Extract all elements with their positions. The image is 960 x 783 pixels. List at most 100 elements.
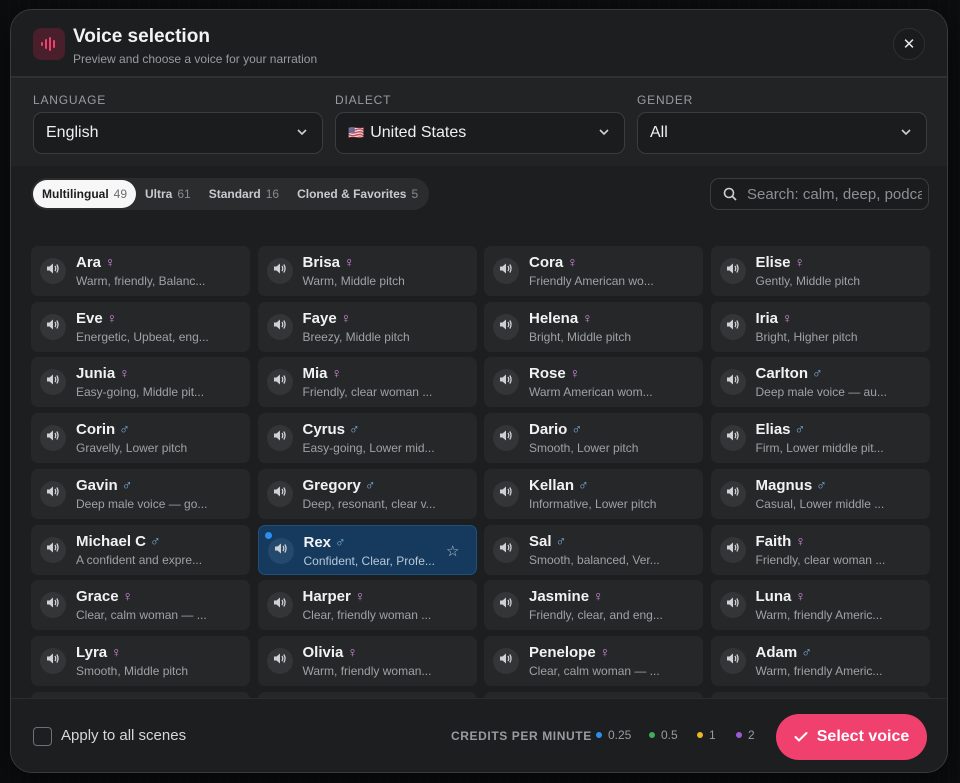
voice-card[interactable]: Penelope ♀ Clear, calm woman — ...	[484, 635, 703, 686]
voice-card[interactable]: Grace ♀ Clear, calm woman — ...	[31, 580, 250, 631]
voice-card[interactable]: Cora ♀ Friendly American wo...	[484, 246, 703, 296]
voice-card[interactable]: Lyra ♀ Smooth, Middle pitch	[31, 635, 250, 686]
select-voice-button[interactable]: Select voice	[776, 714, 927, 760]
voice-card[interactable]: Magnus ♂ Casual, Lower middle ...	[710, 468, 930, 519]
waveform-icon	[33, 28, 65, 60]
voice-card[interactable]: Corin ♂ Gravelly, Lower pitch	[31, 413, 250, 464]
play-preview-button[interactable]	[493, 258, 519, 284]
apply-all-checkbox[interactable]	[33, 727, 52, 746]
close-button[interactable]: ✕	[893, 28, 925, 60]
voice-card[interactable]: Sal ♂ Smooth, balanced, Ver...	[484, 524, 703, 575]
play-preview-button[interactable]	[266, 647, 293, 674]
speaker-icon	[273, 373, 287, 391]
speaker-icon	[726, 262, 740, 280]
play-preview-button[interactable]	[719, 258, 746, 284]
voice-card[interactable]: Iria ♀ Bright, Higher pitch	[710, 301, 930, 352]
star-icon[interactable]: ☆	[446, 542, 459, 560]
play-preview-button[interactable]	[40, 536, 66, 563]
dialect-select[interactable]: 🇺🇸 United States	[335, 112, 625, 154]
voice-card[interactable]: Elise ♀ Gently, Middle pitch	[710, 246, 930, 296]
language-select[interactable]: English	[33, 112, 323, 154]
voice-card[interactable]: Michael C ♂ A confident and expre...	[31, 524, 250, 575]
apply-all-label[interactable]: Apply to all scenes	[61, 727, 186, 744]
play-preview-button[interactable]	[719, 480, 746, 507]
play-preview-button[interactable]	[40, 313, 66, 340]
play-preview-button[interactable]	[493, 369, 519, 396]
voice-card[interactable]: Brisa ♀ Warm, Middle pitch	[257, 246, 477, 296]
voice-card[interactable]: Eve ♀ Energetic, Upbeat, eng...	[31, 301, 250, 352]
voice-card[interactable]: Faith ♀ Friendly, clear woman ...	[710, 524, 930, 575]
male-icon: ♂	[364, 476, 376, 493]
play-preview-button[interactable]	[40, 480, 66, 507]
play-preview-button[interactable]	[40, 592, 66, 619]
play-preview-button[interactable]	[719, 313, 746, 340]
voice-card[interactable]: Cyrus ♂ Easy-going, Lower mid...	[257, 413, 477, 464]
voice-card[interactable]: Carlton ♂ Deep male voice — au...	[710, 357, 930, 408]
voice-card[interactable]: Junia ♀ Easy-going, Middle pit...	[31, 357, 250, 408]
voice-name: Gregory ♂	[303, 477, 376, 494]
voice-card[interactable]: Olivia ♀ Warm, friendly woman...	[257, 635, 477, 686]
play-preview-button[interactable]	[40, 647, 66, 674]
voice-card[interactable]: Elias ♂ Firm, Lower middle pit...	[710, 413, 930, 464]
voice-card[interactable]: Helena ♀ Bright, Middle pitch	[484, 301, 703, 352]
play-preview-button[interactable]	[40, 369, 66, 396]
play-preview-button[interactable]	[266, 592, 293, 619]
credit-dot	[736, 732, 742, 738]
voice-card[interactable]: Ara ♀ Warm, friendly, Balanc...	[31, 246, 250, 296]
play-preview-button[interactable]	[493, 313, 519, 340]
voice-card[interactable]: Adam ♂ Warm, friendly Americ...	[710, 635, 930, 686]
play-preview-button[interactable]	[719, 425, 746, 452]
voice-card[interactable]: Kellan ♂ Informative, Lower pitch	[484, 468, 703, 519]
voice-card[interactable]: Faye ♀ Breezy, Middle pitch	[257, 301, 477, 352]
male-icon: ♂	[349, 421, 360, 438]
voice-description: Confident, Clear, Profe...	[303, 553, 435, 568]
search-box[interactable]	[710, 178, 929, 210]
tab-standard[interactable]: Standard 16	[200, 180, 288, 208]
play-preview-button[interactable]	[719, 536, 746, 563]
voice-card[interactable]: Gavin ♂ Deep male voice — go...	[31, 468, 250, 519]
tab-count: 49	[113, 187, 128, 201]
search-input[interactable]	[747, 185, 922, 203]
female-icon: ♀	[567, 254, 578, 270]
play-preview-button[interactable]	[719, 369, 746, 396]
play-preview-button[interactable]	[267, 537, 294, 564]
play-preview-button[interactable]	[266, 258, 293, 284]
voice-card[interactable]: Luna ♀ Warm, friendly Americ...	[710, 580, 930, 631]
voice-card[interactable]: Rex ♂ Confident, Clear, Profe... ☆	[257, 524, 477, 575]
speaker-icon	[726, 318, 740, 336]
voice-name-text: Kellan	[529, 476, 575, 494]
female-icon: ♀	[344, 254, 355, 270]
dialect-label: DIALECT	[335, 93, 392, 107]
female-icon: ♀	[599, 643, 611, 660]
voice-name: Cyrus ♂	[303, 421, 360, 438]
play-preview-button[interactable]	[493, 425, 519, 452]
play-preview-button[interactable]	[719, 647, 746, 674]
play-preview-button[interactable]	[266, 313, 293, 340]
voice-card[interactable]: Mia ♀ Friendly, clear woman ...	[257, 357, 477, 408]
gender-select[interactable]: All	[637, 112, 927, 154]
play-preview-button[interactable]	[266, 425, 293, 452]
voice-name-text: Faith	[755, 532, 792, 550]
voice-name-text: Jasmine	[529, 588, 590, 606]
play-preview-button[interactable]	[266, 369, 293, 396]
tab-ultra[interactable]: Ultra 61	[136, 180, 200, 208]
play-preview-button[interactable]	[493, 480, 519, 507]
tab-multilingual[interactable]: Multilingual 49	[33, 180, 137, 208]
play-preview-button[interactable]	[493, 592, 519, 619]
play-preview-button[interactable]	[40, 258, 66, 284]
play-preview-button[interactable]	[493, 647, 519, 674]
play-preview-button[interactable]	[493, 536, 519, 563]
voice-card[interactable]: Jasmine ♀ Friendly, clear, and eng...	[484, 580, 703, 631]
play-preview-button[interactable]	[40, 425, 66, 452]
voice-card[interactable]: Gregory ♂ Deep, resonant, clear v...	[257, 468, 477, 519]
voice-card[interactable]: Dario ♂ Smooth, Lower pitch	[484, 413, 703, 464]
voice-description: Firm, Lower middle pit...	[755, 441, 884, 456]
tab-cloned-favorites[interactable]: Cloned & Favorites 5	[288, 180, 427, 208]
voice-name-text: Cora	[529, 254, 564, 271]
female-icon: ♀	[122, 588, 134, 605]
play-preview-button[interactable]	[266, 480, 293, 507]
voice-card[interactable]: Harper ♀ Clear, friendly woman ...	[257, 580, 477, 631]
play-preview-button[interactable]	[719, 592, 746, 619]
voice-name: Dario ♂	[529, 421, 582, 438]
voice-card[interactable]: Rose ♀ Warm American wom...	[484, 357, 703, 408]
